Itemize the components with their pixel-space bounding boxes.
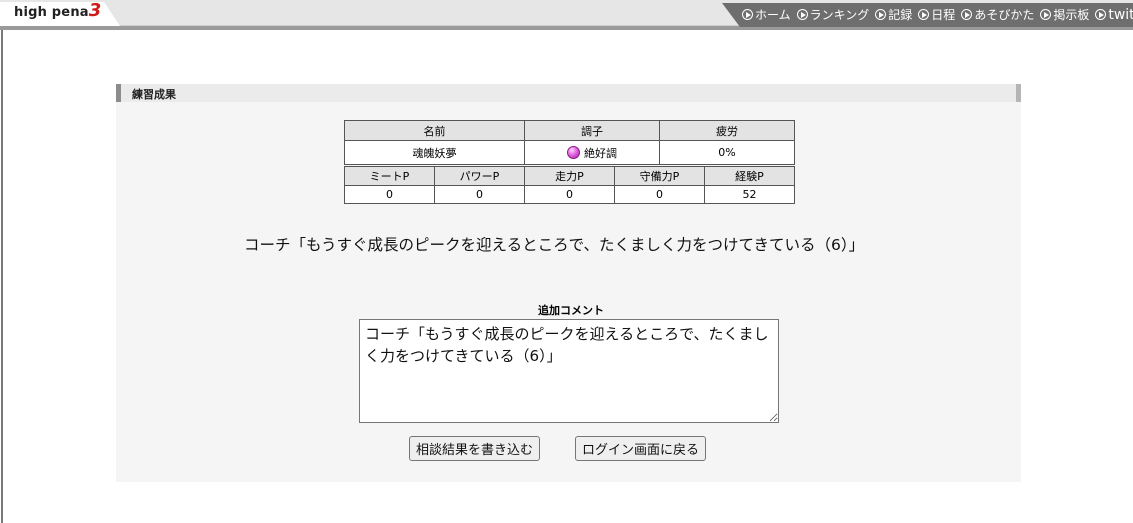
table-header-row: 名前 調子 疲労 bbox=[344, 120, 795, 141]
practice-result-panel: 練習成果 名前 調子 疲労 魂魄妖夢 絶好調 0% ミートP パワーP 走力P … bbox=[116, 84, 1021, 482]
header-speed-p: 走力P bbox=[524, 166, 615, 186]
panel-header: 練習成果 bbox=[116, 84, 1021, 102]
nav-item-records[interactable]: 記録 bbox=[875, 6, 912, 23]
header-meet-p: ミートP bbox=[344, 166, 435, 186]
table-row: 魂魄妖夢 絶好調 0% bbox=[344, 140, 795, 165]
panel-title: 練習成果 bbox=[132, 88, 176, 101]
play-circle-icon bbox=[796, 9, 808, 20]
back-to-login-button[interactable]: ログイン画面に戻る bbox=[575, 436, 706, 461]
site-logo[interactable]: high pena3 bbox=[14, 2, 101, 21]
header-defense-p: 守備力P bbox=[614, 166, 705, 186]
table-row: 0 0 0 0 52 bbox=[344, 185, 795, 204]
condition-best-icon bbox=[567, 145, 580, 159]
header-exp-p: 経験P bbox=[704, 166, 795, 186]
player-name: 魂魄妖夢 bbox=[344, 140, 525, 165]
header-name: 名前 bbox=[344, 120, 525, 141]
coach-message: コーチ「もうすぐ成長のピークを迎えるところで、たくましく力をつけてきている（6）… bbox=[244, 236, 865, 254]
main-nav: ホーム ランキング 記録 日程 あそびかた 掲示板 twitter bbox=[742, 6, 1133, 23]
play-circle-icon bbox=[875, 9, 887, 20]
header-condition: 調子 bbox=[524, 120, 660, 141]
page-left-border bbox=[1, 26, 3, 523]
play-circle-icon bbox=[961, 9, 973, 20]
nav-item-schedule[interactable]: 日程 bbox=[918, 6, 955, 23]
panel-header-left-bar bbox=[116, 84, 121, 102]
logo-number: 3 bbox=[88, 0, 102, 21]
comment-textarea[interactable]: コーチ「もうすぐ成長のピークを迎えるところで、たくましく力をつけてきている（6）… bbox=[359, 319, 779, 423]
condition-text: 絶好調 bbox=[584, 146, 617, 160]
defense-p-value: 0 bbox=[614, 185, 705, 204]
player-fatigue: 0% bbox=[659, 140, 795, 165]
play-circle-icon bbox=[1095, 9, 1107, 20]
write-result-button[interactable]: 相談結果を書き込む bbox=[409, 436, 540, 461]
exp-p-value: 52 bbox=[704, 185, 795, 204]
logo-text: high pena bbox=[14, 5, 89, 20]
nav-item-ranking[interactable]: ランキング bbox=[796, 6, 869, 23]
table-header-row: ミートP パワーP 走力P 守備力P 経験P bbox=[344, 166, 795, 186]
header-power-p: パワーP bbox=[434, 166, 525, 186]
nav-item-twitter[interactable]: twitter bbox=[1095, 6, 1133, 23]
nav-item-howto[interactable]: あそびかた bbox=[961, 6, 1034, 23]
play-circle-icon bbox=[742, 9, 753, 20]
status-table: 名前 調子 疲労 魂魄妖夢 絶好調 0% bbox=[344, 120, 795, 165]
nav-item-home[interactable]: ホーム bbox=[742, 6, 791, 23]
meet-p-value: 0 bbox=[344, 185, 435, 204]
site-header: high pena3 ホーム ランキング 記録 日程 あそびかた 掲示板 twi… bbox=[0, 0, 1133, 31]
play-circle-icon bbox=[1040, 9, 1052, 20]
power-p-value: 0 bbox=[434, 185, 525, 204]
header-fatigue: 疲労 bbox=[659, 120, 795, 141]
play-circle-icon bbox=[918, 9, 930, 20]
points-table: ミートP パワーP 走力P 守備力P 経験P 0 0 0 0 52 bbox=[344, 166, 795, 204]
player-condition: 絶好調 bbox=[524, 140, 660, 165]
comment-label: 追加コメント bbox=[538, 304, 604, 317]
panel-header-right-bar bbox=[1016, 84, 1021, 102]
speed-p-value: 0 bbox=[524, 185, 615, 204]
nav-item-board[interactable]: 掲示板 bbox=[1040, 6, 1089, 23]
